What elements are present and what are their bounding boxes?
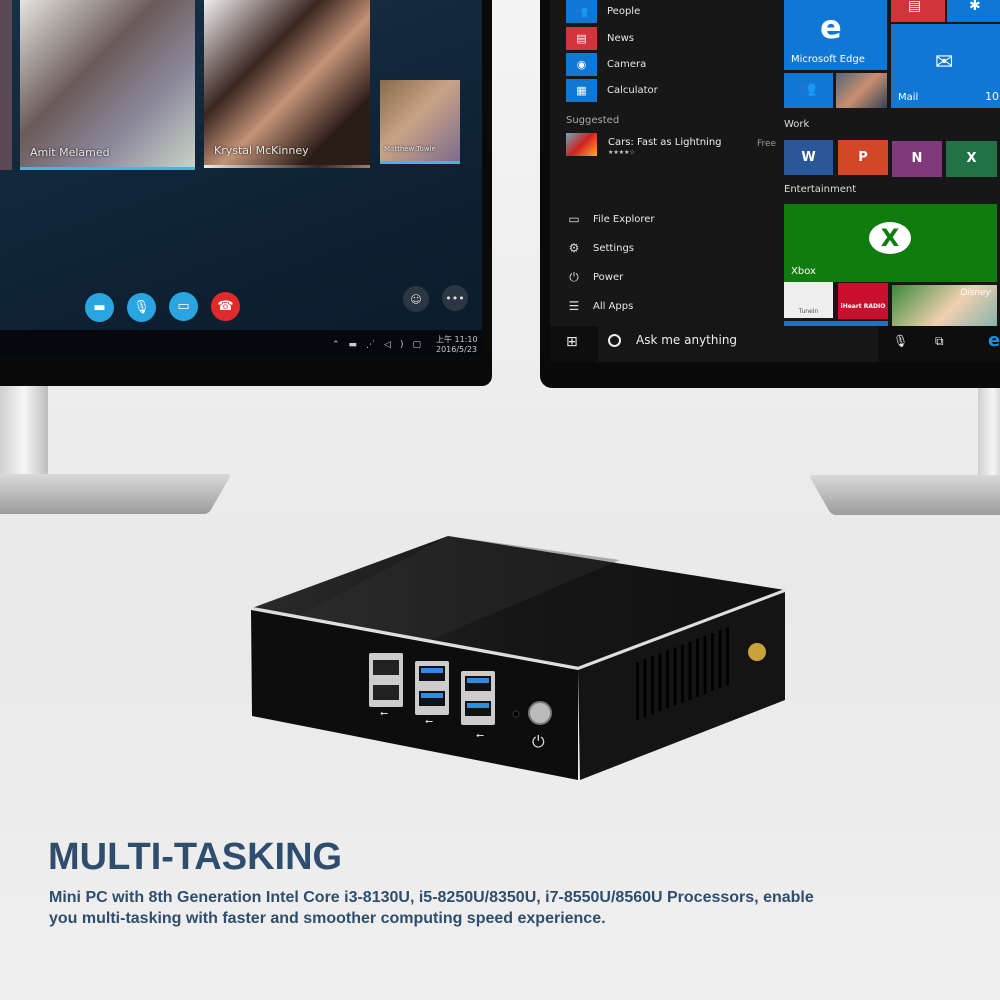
usb-port-pair[interactable] — [369, 653, 403, 707]
status-led — [512, 710, 520, 718]
vent-slot — [651, 656, 654, 715]
usb-icon: ⭠ — [380, 708, 388, 719]
power-icon: ⏻ — [532, 732, 545, 751]
vent-slot — [673, 647, 677, 706]
description: Mini PC with 8th Generation Intel Core i… — [49, 889, 814, 927]
vent-slot — [636, 662, 639, 720]
vent-slot — [681, 644, 684, 703]
vent-slot — [666, 650, 669, 709]
vent-slot — [696, 638, 699, 697]
vent-slot — [711, 633, 714, 691]
wifi-antenna-connector — [748, 643, 766, 661]
vent-slot — [726, 627, 729, 686]
headline: MULTI-TASKING — [48, 836, 343, 878]
vent-slot — [688, 641, 692, 700]
vent-slot — [658, 653, 662, 712]
usb3-port-pair[interactable] — [461, 671, 495, 725]
vent-slot — [718, 630, 722, 689]
usb-icon: ⭠ — [476, 730, 484, 741]
usb3-port-pair[interactable] — [415, 661, 449, 715]
power-button[interactable] — [528, 701, 552, 725]
vent-slot — [643, 659, 647, 718]
usb-icon: ⭠ — [425, 716, 433, 727]
vent-slot — [703, 635, 707, 694]
